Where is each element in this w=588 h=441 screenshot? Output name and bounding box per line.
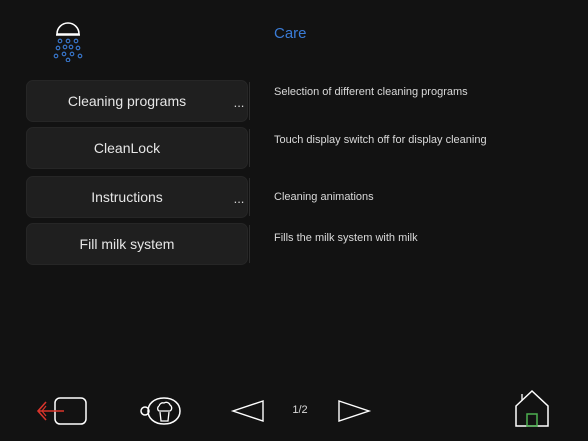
cleaning-programs-label: Cleaning programs — [67, 93, 187, 109]
exit-icon[interactable] — [34, 394, 90, 428]
instructions-button[interactable]: Instructions ... — [26, 176, 250, 218]
instructions-description: Cleaning animations — [274, 191, 374, 203]
cleaning-programs-description: Selection of different cleaning programs — [274, 86, 468, 98]
button-divider — [249, 82, 250, 120]
shower-head-icon — [53, 22, 83, 62]
page-indicator: 1/2 — [292, 404, 308, 416]
care-screen: Care Cleaning programs ... Selection of … — [0, 0, 588, 441]
button-divider — [249, 129, 250, 167]
next-page-icon[interactable] — [336, 398, 372, 424]
more-options-icon: ... — [233, 95, 245, 110]
cleanlock-button[interactable]: CleanLock — [26, 127, 250, 169]
page-title: Care — [274, 25, 307, 42]
more-options-icon: ... — [233, 191, 245, 206]
cleanlock-label: CleanLock — [93, 140, 161, 156]
button-divider — [249, 225, 250, 263]
fill-milk-system-label: Fill milk system — [79, 236, 175, 252]
previous-page-icon[interactable] — [230, 398, 266, 424]
cleanlock-description: Touch display switch off for display cle… — [274, 134, 487, 146]
instructions-label: Instructions — [91, 189, 163, 205]
button-divider — [249, 178, 250, 216]
fill-milk-system-button[interactable]: Fill milk system — [26, 223, 250, 265]
coffee-cup-icon[interactable] — [140, 394, 186, 428]
home-icon[interactable] — [512, 388, 552, 430]
fill-milk-system-description: Fills the milk system with milk — [274, 232, 418, 244]
cleaning-programs-button[interactable]: Cleaning programs ... — [26, 80, 250, 122]
